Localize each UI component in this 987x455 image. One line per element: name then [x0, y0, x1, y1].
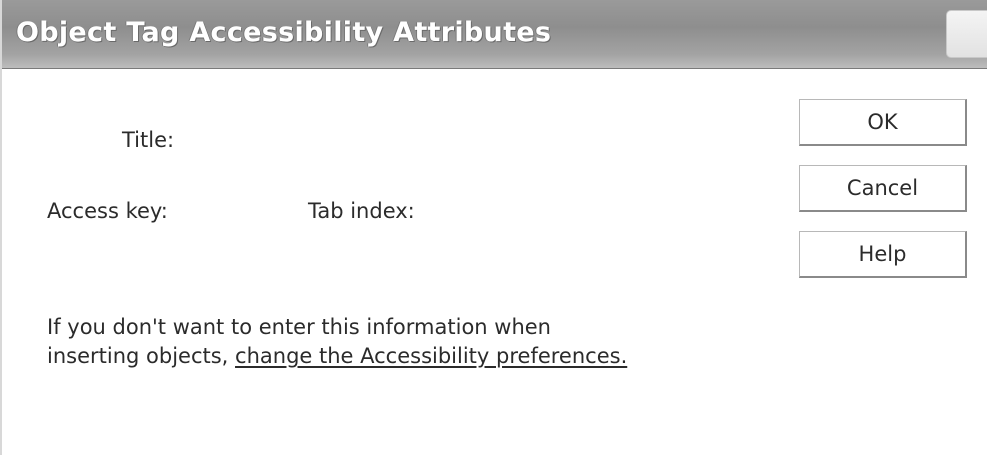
close-button[interactable]: [946, 10, 987, 58]
help-button[interactable]: Help: [799, 231, 967, 278]
dialog-title: Object Tag Accessibility Attributes: [16, 17, 552, 48]
title-label: Title:: [122, 128, 175, 152]
access-key-label: Access key:: [47, 199, 168, 223]
accessibility-preferences-link[interactable]: change the Accessibility preferences.: [235, 344, 627, 368]
tab-index-label: Tab index:: [308, 199, 415, 223]
info-line-2-prefix: inserting objects,: [47, 344, 236, 368]
ok-button[interactable]: OK: [799, 99, 967, 146]
accessibility-attributes-dialog: Object Tag Accessibility Attributes Titl…: [0, 0, 987, 455]
info-line-2: inserting objects, change the Accessibil…: [47, 342, 627, 371]
cancel-button[interactable]: Cancel: [799, 165, 967, 212]
dialog-titlebar[interactable]: Object Tag Accessibility Attributes: [2, 0, 987, 69]
info-line-1: If you don't want to enter this informat…: [47, 315, 551, 339]
preferences-info-text: If you don't want to enter this informat…: [47, 313, 627, 371]
